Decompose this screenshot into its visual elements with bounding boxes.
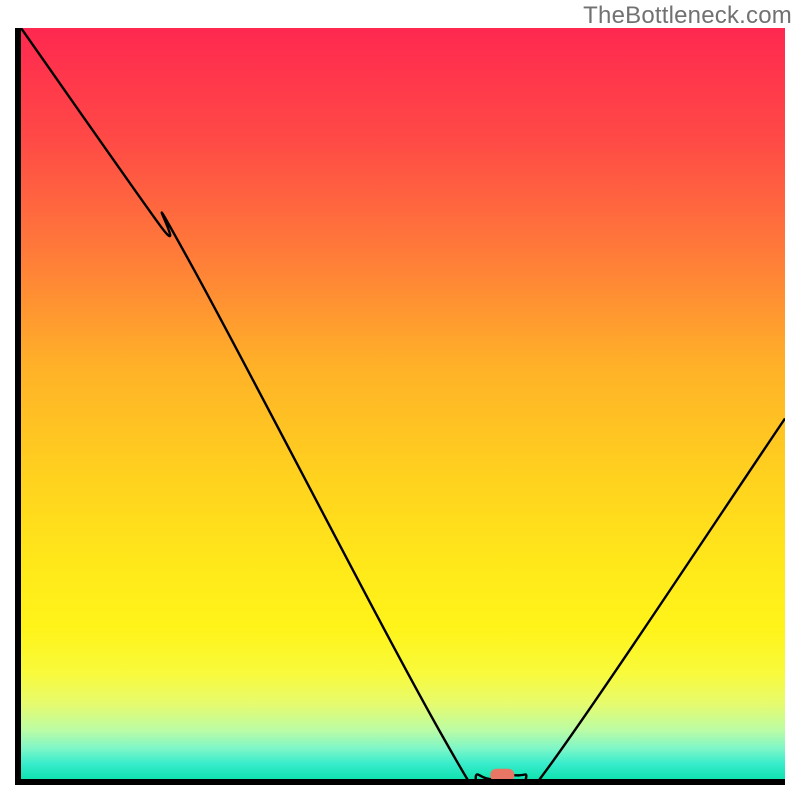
chart-frame: TheBottleneck.com [0,0,800,800]
bottleneck-curve [21,28,785,779]
watermark-text: TheBottleneck.com [583,2,792,30]
curve-minimum-marker [490,769,514,779]
plot-svg [21,28,785,779]
plot-area [15,28,785,785]
